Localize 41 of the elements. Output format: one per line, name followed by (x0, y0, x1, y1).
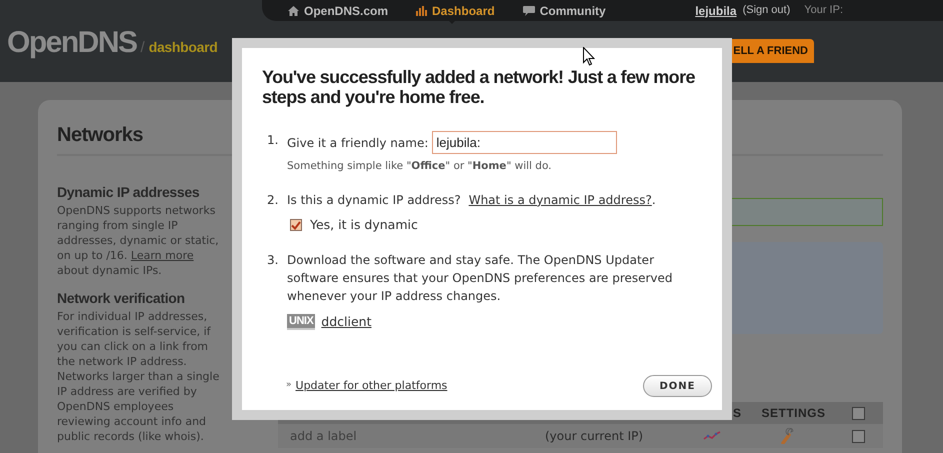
help-link[interactable]: What is a dynamic IP address? (468, 190, 652, 209)
home-icon (288, 6, 299, 16)
checkbox[interactable] (852, 430, 865, 442)
ip-label: Your IP: (804, 3, 843, 18)
unix-badge: UNIX (287, 314, 316, 330)
field-label: Give it a friendly name: (287, 134, 428, 152)
step-number: 1. (267, 132, 280, 149)
speech-bubble-icon (522, 6, 535, 16)
column-header: SETTINGS (762, 405, 826, 422)
download-link[interactable]: ddclient (321, 312, 372, 332)
nav-link[interactable]: Community (522, 2, 606, 20)
dialog-title: You've successfully added a network! Just a few more steps and you're home free. (262, 67, 696, 107)
tell-a-friend-button[interactable]: ELL A FRIEND (729, 39, 814, 63)
step-text: Download the software and stay safe. The OpenDNS Updater software ensures that your OpenDNS preferences are preserved whenever your IP address changes. (287, 252, 674, 304)
label-field[interactable]: add a label (290, 427, 430, 445)
section-text: For individual IP addresses, verification is self-service, if you can click on a link from the network IP address. Networks larger than a single IP address are verified by OpenDNS employees reviewing account info and public records (like whois). (57, 309, 220, 444)
question-text: Is this a dynamic IP address? (287, 192, 461, 209)
updater-link[interactable]: Updater for other platforms (296, 378, 448, 394)
nav-link[interactable]: OpenDNS.com (288, 2, 388, 20)
checkbox[interactable] (852, 406, 865, 420)
hint-text: Something simple like "Office" or "Home" will do. (287, 159, 553, 174)
bullet-mark: » (286, 379, 292, 392)
period-text: . (652, 192, 656, 209)
logo[interactable]: OpenDNS (7, 23, 137, 63)
section-text: OpenDNS supports networks ranging from single IP addresses, dynamic or static, on up to /16. Learn more about dynamic IPs. (57, 203, 220, 278)
done-button[interactable]: DONE (643, 375, 712, 397)
step-number: 2. (267, 192, 280, 209)
step-number: 3. (267, 252, 280, 268)
section-title: dashboard (148, 38, 218, 57)
section-heading: Network verification (57, 289, 186, 308)
ip-note: (your current IP) (545, 428, 644, 445)
section-heading: Dynamic IP addresses (57, 183, 200, 202)
checkbox[interactable] (290, 219, 302, 232)
user-link[interactable]: lejubila (695, 2, 737, 20)
bar-chart-icon (416, 6, 428, 16)
column-header: S (733, 405, 742, 422)
name-field[interactable]: lejubila: (432, 131, 618, 154)
slash-divider: / (140, 38, 145, 58)
page-title: Networks (57, 123, 144, 148)
sign-out-link[interactable]: (Sign out) (742, 2, 790, 19)
checkbox-label: Yes, it is dynamic (310, 216, 418, 234)
